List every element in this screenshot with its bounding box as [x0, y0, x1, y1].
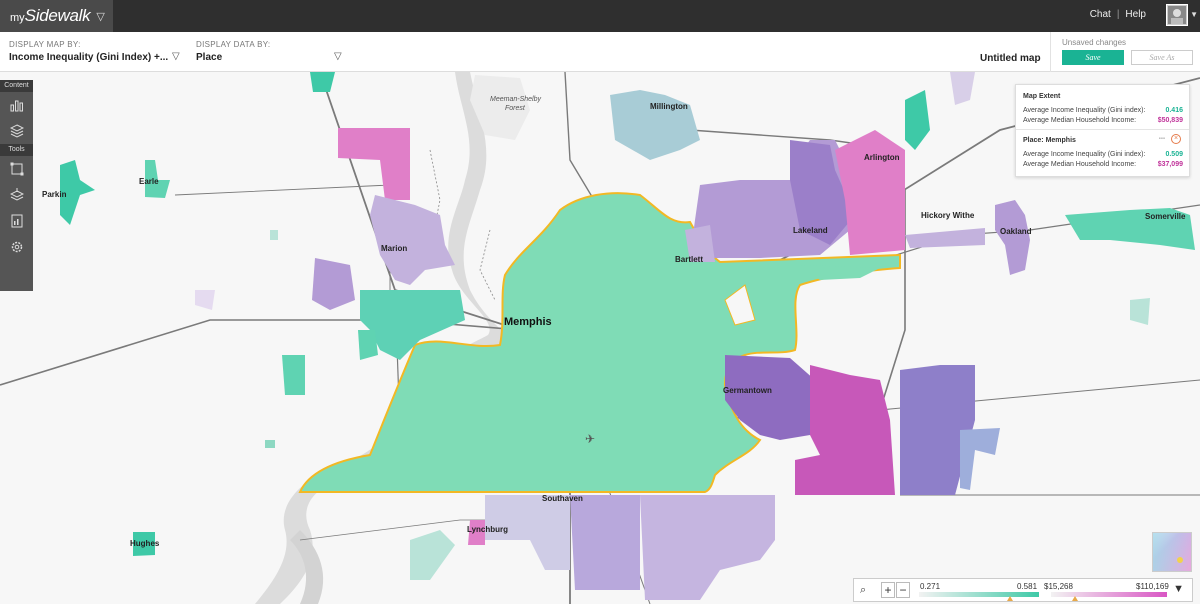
content-section-label: Content — [0, 80, 33, 92]
legend-bar: ⌕ + − 0.271 0.581 $15,268 $110,169 ▼ — [853, 578, 1193, 602]
place-gini-row: Average Income Inequality (Gini index): … — [1023, 151, 1183, 158]
display-map-dropdown-icon[interactable]: ▽ — [172, 51, 180, 62]
chat-link[interactable]: Chat — [1090, 9, 1111, 20]
left-toolbar: Content Tools — [0, 80, 33, 291]
label-memphis: Memphis — [504, 316, 552, 328]
save-as-button[interactable]: Save As — [1131, 50, 1193, 65]
map-title[interactable]: Untitled map — [980, 53, 1041, 64]
place-title: Place: Memphis — [1023, 137, 1076, 144]
avatar-image-icon — [1168, 6, 1186, 24]
extent-gini-label: Average Income Inequality (Gini index): — [1023, 107, 1146, 114]
app-logo[interactable]: my Sidewalk ▽ — [0, 0, 113, 32]
label-marion: Marion — [381, 244, 407, 253]
gini-max-label: 0.581 — [1017, 582, 1038, 591]
map-extent-title: Map Extent — [1023, 93, 1061, 100]
avatar[interactable] — [1166, 4, 1188, 26]
extent-income-value: $50,839 — [1157, 117, 1183, 124]
label-millington: Millington — [650, 102, 688, 111]
select-area-icon[interactable] — [0, 156, 33, 182]
gini-gradient — [919, 592, 1039, 597]
income-gradient — [1051, 592, 1167, 597]
chart-icon[interactable] — [0, 92, 33, 118]
extent-income-row: Average Median Household Income: $50,839 — [1023, 117, 1183, 124]
panel-divider — [1016, 129, 1189, 130]
display-data-label: DISPLAY DATA BY: — [196, 40, 271, 49]
place-income-value: $37,099 — [1157, 161, 1183, 168]
display-map-select[interactable]: Income Inequality (Gini Index) +... — [9, 52, 168, 63]
top-nav: Chat | Help — [1090, 9, 1146, 20]
label-lakeland: Lakeland — [793, 226, 828, 235]
label-hickory-withe: Hickory Withe — [921, 211, 975, 220]
label-earle: Earle — [139, 177, 159, 186]
display-map-label: DISPLAY MAP BY: — [9, 40, 81, 49]
place-gini-value: 0.509 — [1165, 151, 1183, 158]
layer-stack-icon[interactable] — [0, 182, 33, 208]
display-data-select[interactable]: Place — [196, 52, 222, 63]
nav-separator: | — [1116, 9, 1120, 20]
save-button[interactable]: Save — [1062, 50, 1124, 65]
bivariate-gradient — [1153, 533, 1191, 571]
place-gini-label: Average Income Inequality (Gini index): — [1023, 151, 1146, 158]
label-lynchburg: Lynchburg — [467, 525, 508, 534]
settings-gear-icon[interactable] — [0, 234, 33, 260]
label-meeman-shelby: Meeman-Shelby — [490, 96, 541, 103]
label-oakland: Oakland — [1000, 227, 1032, 236]
extent-gini-value: 0.416 — [1165, 107, 1183, 114]
place-income-row: Average Median Household Income: $37,099 — [1023, 161, 1183, 168]
income-marker — [1072, 596, 1078, 601]
gini-min-label: 0.271 — [920, 582, 941, 591]
label-forest: Forest — [505, 105, 526, 112]
income-min-label: $15,268 — [1044, 582, 1073, 591]
label-southaven: Southaven — [542, 494, 583, 503]
drag-handle-icon[interactable]: ▪▪▪ — [1159, 136, 1165, 142]
airport-icon: ✈ — [585, 432, 595, 446]
logo-prefix: my — [10, 12, 25, 24]
zoom-out-button[interactable]: − — [896, 582, 910, 598]
label-hughes: Hughes — [130, 539, 160, 548]
zoom-in-button[interactable]: + — [881, 582, 895, 598]
top-bar: my Sidewalk ▽ Chat | Help ▼ — [0, 0, 1200, 32]
help-link[interactable]: Help — [1125, 9, 1146, 20]
label-germantown: Germantown — [723, 386, 772, 395]
label-somerville: Somerville — [1145, 212, 1186, 221]
bivariate-legend[interactable] — [1152, 532, 1192, 572]
place-income-label: Average Median Household Income: — [1023, 161, 1137, 168]
label-arlington: Arlington — [864, 153, 900, 162]
tools-section-label: Tools — [0, 144, 33, 156]
income-max-label: $110,169 — [1136, 582, 1169, 591]
display-data-dropdown-icon[interactable]: ▽ — [334, 51, 342, 62]
label-bartlett: Bartlett — [675, 255, 703, 264]
display-controls: DISPLAY MAP BY: Income Inequality (Gini … — [0, 32, 1200, 72]
close-icon[interactable]: × — [1171, 134, 1181, 144]
bivariate-marker — [1177, 557, 1183, 563]
avatar-menu-icon[interactable]: ▼ — [1190, 10, 1198, 19]
search-icon[interactable]: ⌕ — [860, 584, 866, 597]
extent-gini-row: Average Income Inequality (Gini index): … — [1023, 107, 1183, 114]
filter-icon[interactable]: ▼ — [1173, 583, 1184, 595]
report-icon[interactable] — [0, 208, 33, 234]
layers-icon[interactable] — [0, 118, 33, 144]
extent-income-label: Average Median Household Income: — [1023, 117, 1137, 124]
map-info-panel: Map Extent Average Income Inequality (Gi… — [1015, 84, 1190, 177]
logo-menu-icon[interactable]: ▽ — [96, 10, 104, 23]
save-area: Unsaved changes Save Save As — [1050, 32, 1200, 72]
logo-name: Sidewalk — [24, 6, 91, 25]
gini-marker — [1007, 596, 1013, 601]
unsaved-status: Unsaved changes — [1062, 38, 1127, 47]
label-parkin: Parkin — [42, 190, 67, 199]
